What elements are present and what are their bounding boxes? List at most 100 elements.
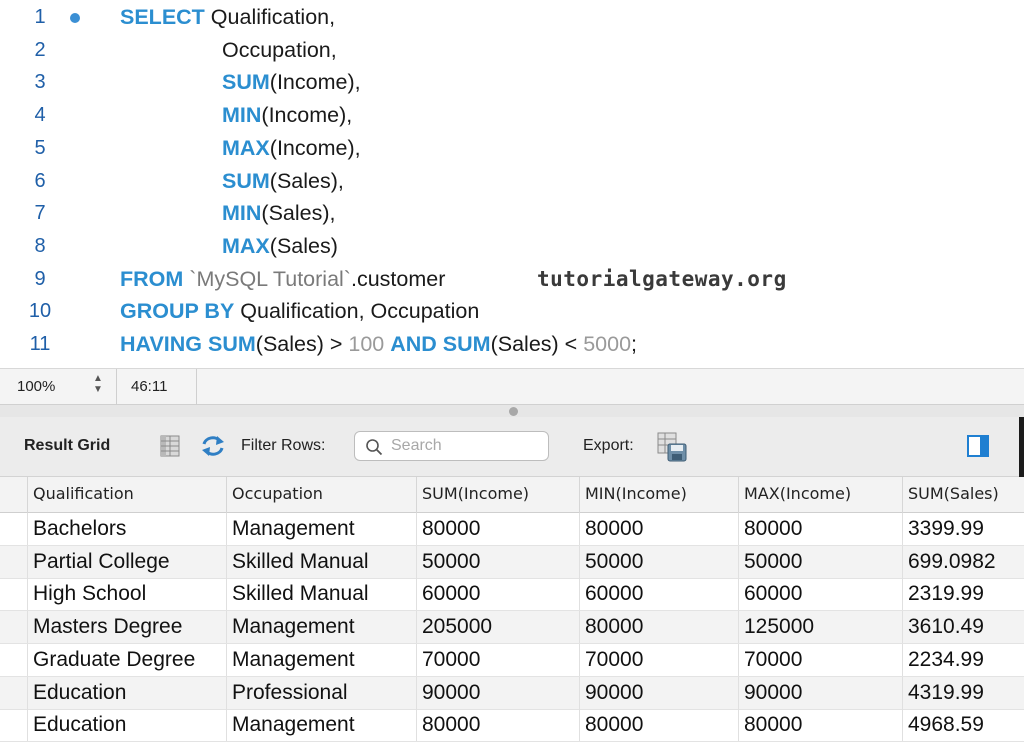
table-cell[interactable]: 80000 bbox=[579, 513, 738, 545]
table-cell[interactable]: Professional bbox=[226, 676, 416, 709]
table-cell[interactable]: Education bbox=[27, 709, 226, 742]
table-cell[interactable]: High School bbox=[27, 578, 226, 611]
code-line[interactable]: 4 MIN(Income), bbox=[0, 99, 1024, 132]
code-text: FROM `MySQL Tutorial`.customer bbox=[120, 263, 445, 296]
table-cell[interactable]: 2234.99 bbox=[902, 643, 1024, 676]
table-cell[interactable]: 80000 bbox=[579, 611, 738, 644]
table-cell[interactable]: 3399.99 bbox=[902, 513, 1024, 545]
table-cell[interactable]: 80000 bbox=[579, 709, 738, 742]
table-cell[interactable]: 70000 bbox=[579, 643, 738, 676]
row-header[interactable] bbox=[0, 513, 27, 545]
grid-view-icon[interactable] bbox=[160, 435, 180, 457]
sql-text: (Sales), bbox=[261, 201, 336, 226]
tab-result-grid[interactable]: Result Grid bbox=[24, 437, 110, 455]
table-cell[interactable]: 70000 bbox=[416, 643, 579, 676]
table-cell[interactable]: Graduate Degree bbox=[27, 643, 226, 676]
panel-splitter[interactable] bbox=[0, 405, 1024, 417]
column-header[interactable]: MIN(Income) bbox=[579, 477, 738, 513]
chevron-up-icon[interactable]: ▲ bbox=[89, 373, 107, 384]
code-line[interactable]: 11 HAVING SUM(Sales) > 100 AND SUM(Sales)… bbox=[0, 328, 1024, 361]
table-cell[interactable]: 60000 bbox=[416, 578, 579, 611]
table-cell[interactable]: 3610.49 bbox=[902, 611, 1024, 644]
sql-keyword: SUM bbox=[222, 70, 270, 95]
code-line[interactable]: 10 GROUP BY Qualification, Occupation bbox=[0, 295, 1024, 328]
row-header[interactable] bbox=[0, 677, 27, 709]
result-grid[interactable]: Qualification Occupation SUM(Income) MIN(In… bbox=[0, 477, 1024, 745]
code-line[interactable]: 6 SUM(Sales), bbox=[0, 165, 1024, 198]
code-line[interactable]: 2 Occupation, bbox=[0, 34, 1024, 67]
code-text: MAX(Income), bbox=[120, 132, 361, 165]
table-cell[interactable]: Management bbox=[226, 709, 416, 742]
table-cell[interactable]: 699.0982 bbox=[902, 545, 1024, 578]
table-cell[interactable]: Management bbox=[226, 643, 416, 676]
table-row[interactable]: Bachelors Management 80000 80000 80000 3399.9… bbox=[0, 513, 1024, 546]
table-row[interactable]: Education Management 80000 80000 80000 4968.5… bbox=[0, 709, 1024, 743]
column-header[interactable]: MAX(Income) bbox=[738, 477, 902, 513]
search-box[interactable] bbox=[354, 431, 549, 461]
breakpoint-dot-icon[interactable] bbox=[70, 13, 80, 23]
table-row[interactable]: Partial College Skilled Manual 50000 50000 5… bbox=[0, 545, 1024, 579]
table-cell[interactable]: Management bbox=[226, 513, 416, 545]
table-cell[interactable]: 60000 bbox=[579, 578, 738, 611]
table-cell[interactable]: 80000 bbox=[416, 513, 579, 545]
table-cell[interactable]: 80000 bbox=[416, 709, 579, 742]
refresh-icon[interactable] bbox=[199, 434, 227, 458]
row-header[interactable] bbox=[0, 709, 27, 741]
table-cell[interactable]: 50000 bbox=[416, 545, 579, 578]
table-cell[interactable]: 80000 bbox=[738, 709, 902, 742]
table-cell[interactable]: 125000 bbox=[738, 611, 902, 644]
table-row[interactable]: High School Skilled Manual 60000 60000 60000… bbox=[0, 578, 1024, 612]
splitter-handle-icon[interactable] bbox=[509, 407, 518, 416]
table-cell[interactable]: Bachelors bbox=[27, 513, 226, 545]
sql-text: (Sales) < bbox=[490, 332, 584, 356]
table-row[interactable]: Education Professional 90000 90000 90000 4319… bbox=[0, 676, 1024, 710]
chevron-down-icon[interactable]: ▼ bbox=[89, 384, 107, 395]
table-cell[interactable]: Management bbox=[226, 611, 416, 644]
sql-text: (Sales), bbox=[269, 168, 344, 193]
table-cell[interactable]: 80000 bbox=[738, 513, 902, 545]
code-text: SUM(Income), bbox=[120, 66, 361, 99]
table-cell[interactable]: 205000 bbox=[416, 611, 579, 644]
table-cell[interactable]: Masters Degree bbox=[27, 611, 226, 644]
code-line[interactable]: 7 MIN(Sales), bbox=[0, 197, 1024, 230]
column-header[interactable]: Occupation bbox=[226, 477, 416, 513]
table-cell[interactable]: 50000 bbox=[579, 545, 738, 578]
row-header[interactable] bbox=[0, 611, 27, 643]
code-line[interactable]: 1 SELECT Qualification, bbox=[0, 1, 1024, 34]
row-header[interactable] bbox=[0, 644, 27, 676]
table-cell[interactable]: Partial College bbox=[27, 545, 226, 578]
code-line[interactable]: 3 SUM(Income), bbox=[0, 66, 1024, 99]
table-cell[interactable]: Skilled Manual bbox=[226, 545, 416, 578]
panel-toggle-icon[interactable] bbox=[966, 434, 990, 458]
table-cell[interactable]: Education bbox=[27, 676, 226, 709]
table-cell[interactable]: 2319.99 bbox=[902, 578, 1024, 611]
editor-status-bar: 100% ▲ ▼ 46:11 bbox=[0, 368, 1024, 405]
column-header[interactable]: Qualification bbox=[27, 477, 226, 513]
zoom-stepper[interactable]: ▲ ▼ bbox=[89, 373, 107, 400]
sql-text: (Sales) > bbox=[255, 332, 349, 356]
table-cell[interactable]: 4319.99 bbox=[902, 676, 1024, 709]
table-cell[interactable]: Skilled Manual bbox=[226, 578, 416, 611]
table-cell[interactable]: 90000 bbox=[738, 676, 902, 709]
table-row[interactable]: Graduate Degree Management 70000 70000 70000… bbox=[0, 643, 1024, 677]
column-header[interactable]: SUM(Income) bbox=[416, 477, 579, 513]
table-cell[interactable]: 60000 bbox=[738, 578, 902, 611]
row-header[interactable] bbox=[0, 578, 27, 610]
table-cell[interactable]: 70000 bbox=[738, 643, 902, 676]
line-number: 10 bbox=[28, 300, 52, 323]
row-header[interactable] bbox=[0, 546, 27, 578]
code-line[interactable]: 8 MAX(Sales) bbox=[0, 230, 1024, 263]
code-text: MIN(Income), bbox=[120, 99, 352, 132]
code-line[interactable]: 9 FROM `MySQL Tutorial`.customer bbox=[0, 263, 1024, 296]
export-icon[interactable] bbox=[656, 431, 688, 463]
table-cell[interactable]: 50000 bbox=[738, 545, 902, 578]
code-line[interactable]: 5 MAX(Income), bbox=[0, 132, 1024, 165]
code-text: MAX(Sales) bbox=[120, 230, 338, 263]
table-row[interactable]: Masters Degree Management 205000 80000 12500… bbox=[0, 611, 1024, 645]
search-input[interactable] bbox=[391, 435, 541, 457]
table-cell[interactable]: 4968.59 bbox=[902, 709, 1024, 742]
sql-editor[interactable]: 1 SELECT Qualification, 2 Occupation, 3 SUM(I… bbox=[0, 0, 1024, 368]
table-cell[interactable]: 90000 bbox=[416, 676, 579, 709]
table-cell[interactable]: 90000 bbox=[579, 676, 738, 709]
column-header[interactable]: SUM(Sales) bbox=[902, 477, 1024, 513]
